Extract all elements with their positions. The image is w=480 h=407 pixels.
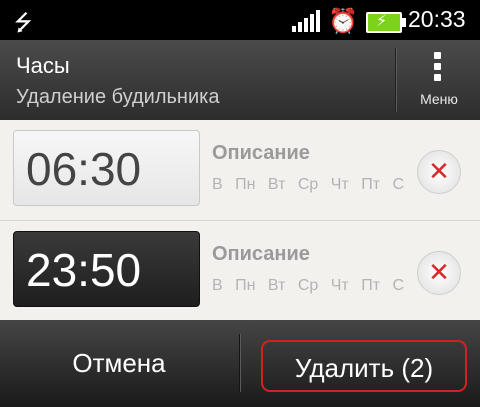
bottom-action-bar: Отмена Удалить (2): [0, 320, 480, 407]
delete-button[interactable]: Удалить (2): [261, 340, 467, 392]
alarm-time: 23:50: [13, 231, 200, 307]
cancel-button[interactable]: Отмена: [0, 320, 238, 407]
menu-button[interactable]: Меню: [406, 46, 472, 114]
alarm-description: Описание: [212, 142, 310, 164]
menu-label: Меню: [420, 91, 458, 107]
day-label: Пн: [235, 277, 256, 294]
action-bar: Часы Удаление будильника Меню: [0, 40, 480, 120]
alarm-time: 06:30: [13, 130, 200, 206]
header-divider: [395, 48, 396, 112]
day-label: Пн: [235, 176, 256, 193]
day-label: Чт: [330, 176, 349, 193]
delete-alarm-button[interactable]: ✕: [417, 251, 461, 295]
day-label: С: [392, 176, 405, 193]
day-label: Ср: [297, 176, 319, 193]
usb-icon: ⭍: [14, 11, 33, 36]
day-label: Вт: [267, 277, 286, 294]
alarm-item[interactable]: 23:50 Описание В Пн Вт Ср Чт Пт С ✕: [0, 220, 480, 321]
alarm-days: В Пн Вт Ср Чт Пт С: [212, 176, 412, 194]
overflow-menu-icon: [434, 52, 442, 88]
day-label: Чт: [330, 277, 349, 294]
battery-charging-icon: ⚡: [366, 11, 406, 33]
close-icon: ✕: [428, 157, 450, 187]
alarm-clock-icon: ⏰: [328, 7, 358, 35]
day-label: С: [392, 277, 405, 294]
screen-subtitle: Удаление будильника: [16, 86, 220, 108]
delete-alarm-button[interactable]: ✕: [417, 150, 461, 194]
day-label: В: [212, 277, 223, 294]
signal-icon: [292, 10, 320, 32]
day-label: Пт: [361, 176, 381, 193]
alarm-list: 06:30 Описание В Пн Вт Ср Чт Пт С ✕ 23:5…: [0, 120, 480, 320]
alarm-item[interactable]: 06:30 Описание В Пн Вт Ср Чт Пт С ✕: [0, 120, 480, 220]
day-label: Ср: [297, 277, 319, 294]
close-icon: ✕: [428, 258, 450, 288]
day-label: В: [212, 176, 223, 193]
day-label: Пт: [361, 277, 381, 294]
alarm-description: Описание: [212, 243, 310, 265]
status-bar: ⭍ ⏰ ⚡ 20:33: [0, 0, 480, 40]
status-time: 20:33: [408, 6, 466, 32]
app-title: Часы: [16, 53, 70, 78]
day-label: Вт: [267, 176, 286, 193]
alarm-days: В Пн Вт Ср Чт Пт С: [212, 277, 412, 295]
bottom-divider: [239, 334, 240, 392]
